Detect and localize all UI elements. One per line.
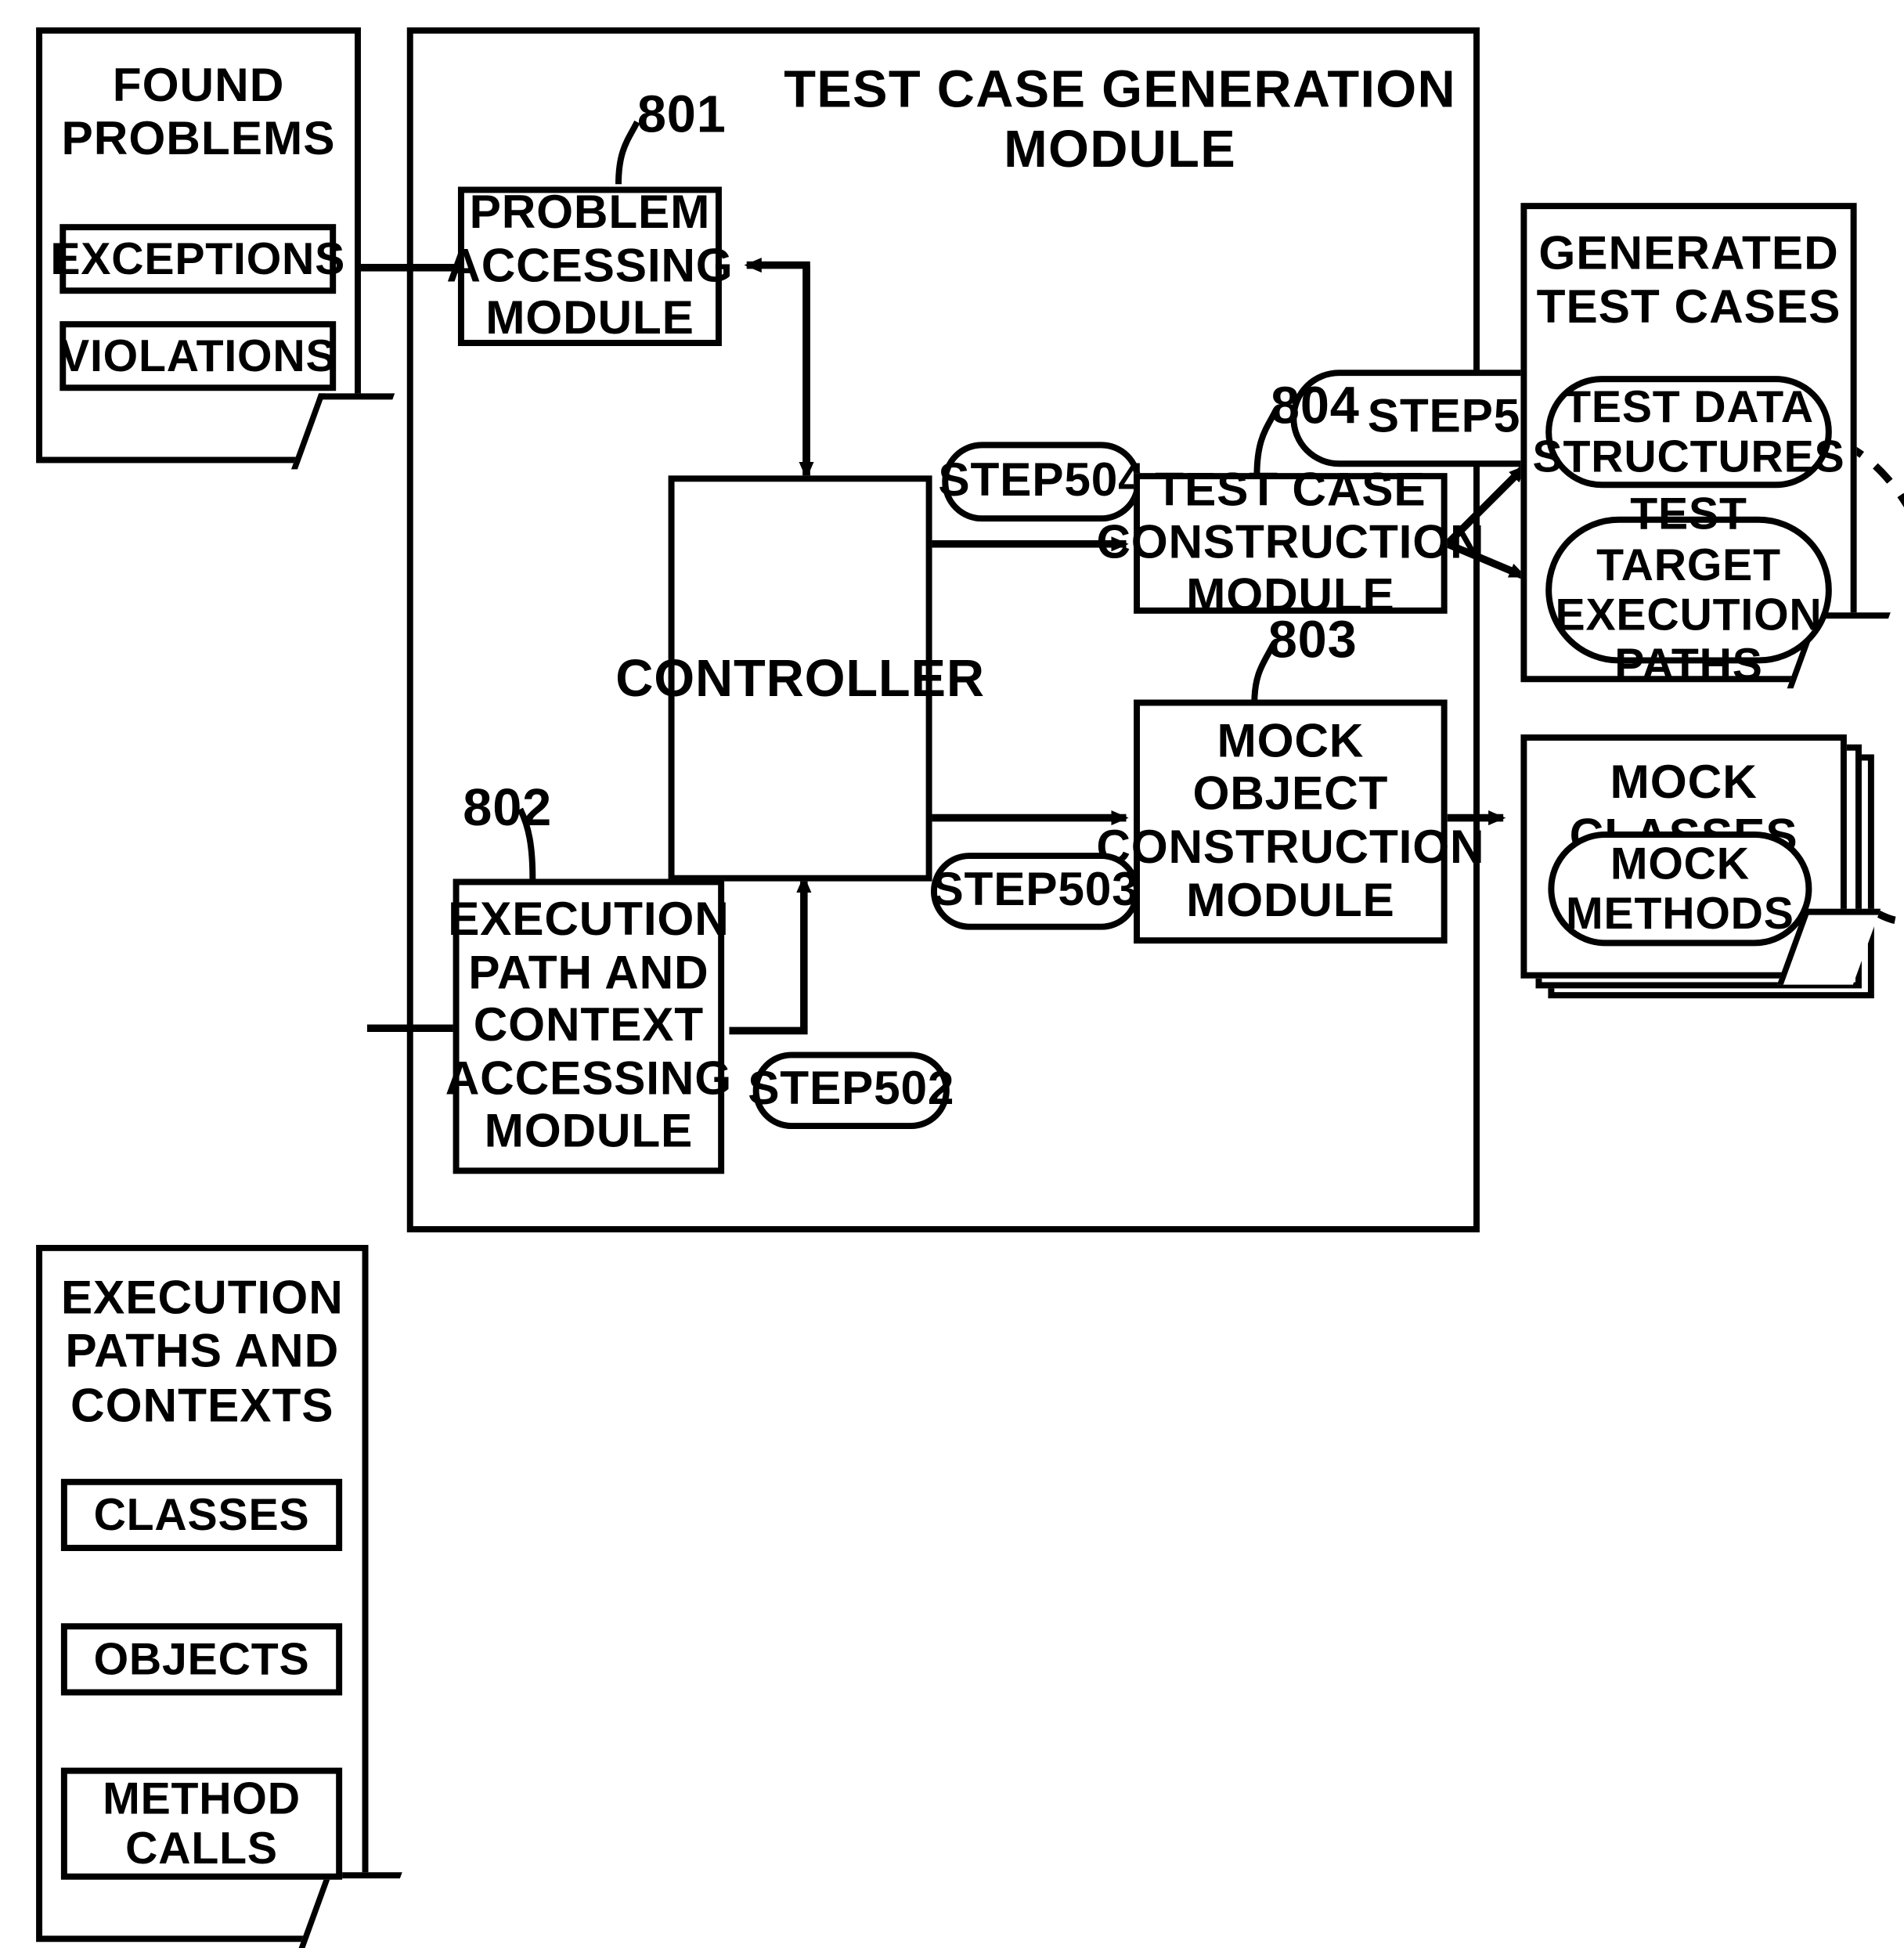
found-problems-title-line2: PROBLEMS — [61, 114, 336, 166]
test-target-execution-paths-oval: TEST TARGET EXECUTION PATHS — [1545, 489, 1832, 690]
mock-object-construction-module[interactable]: MOCK OBJECT CONSTRUCTION MODULE — [1096, 699, 1484, 944]
test-target-line3: PATHS — [1614, 639, 1763, 691]
frame-title-line2: MODULE — [1004, 120, 1237, 179]
step503-oval: STEP503 — [930, 853, 1141, 930]
objects-label: OBJECTS — [93, 1633, 310, 1685]
generated-test-cases-title-line2: TEST CASES — [1536, 281, 1841, 334]
test-target-line1: TEST TARGET — [1596, 488, 1781, 590]
mock-object-construction-line3: MODULE — [1186, 874, 1395, 927]
frame-title: TEST CASE GENERATION MODULE — [772, 60, 1469, 180]
step504-oval: STEP504 — [938, 442, 1145, 522]
exec-path-accessing-line2: PATH AND — [468, 947, 709, 1000]
mock-methods-oval: MOCK METHODS — [1548, 832, 1812, 947]
mock-object-construction-line1: MOCK OBJECT — [1192, 716, 1389, 821]
execution-paths-title-line2: PATHS AND — [65, 1326, 340, 1379]
mock-object-construction-line2: CONSTRUCTION — [1096, 821, 1485, 875]
exec-path-accessing-line3: CONTEXT — [473, 1000, 704, 1052]
reference-numeral-803: 803 — [1268, 610, 1358, 669]
problem-accessing-line2: ACCESSING — [446, 240, 734, 293]
found-problems-item-violations: VIOLATIONS — [60, 321, 337, 391]
execution-paths-item-method-calls: METHOD CALLS — [60, 1767, 343, 1880]
step504-label: STEP504 — [938, 454, 1145, 507]
test-case-construction-line1: TEST CASE — [1155, 464, 1426, 517]
execution-paths-title: EXECUTION PATHS AND CONTEXTS — [36, 1272, 368, 1434]
violations-label: VIOLATIONS — [60, 330, 337, 381]
exec-path-accessing-line5: MODULE — [484, 1106, 694, 1159]
method-calls-line1: METHOD — [103, 1773, 301, 1824]
exec-path-accessing-line1: EXECUTION — [448, 893, 730, 947]
reference-numeral-804: 804 — [1270, 376, 1360, 435]
reference-numeral-801: 801 — [636, 85, 727, 143]
execution-paths-item-classes: CLASSES — [60, 1478, 343, 1552]
controller-module[interactable]: CONTROLLER — [615, 475, 984, 882]
generated-test-cases-document: GENERATED TEST CASES TEST DATA STRUCTURE… — [1520, 203, 1891, 690]
reference-numeral-802: 802 — [463, 777, 553, 837]
mock-classes-document: MOCK CLASSES MOCK METHODS — [1520, 734, 1881, 985]
found-problems-title: FOUND PROBLEMS — [36, 60, 361, 168]
execution-paths-title-line1: EXECUTION — [60, 1272, 344, 1325]
classes-label: CLASSES — [93, 1488, 310, 1541]
frame-title-line1: TEST CASE GENERATION — [784, 60, 1456, 119]
method-calls-line2: CALLS — [125, 1822, 278, 1874]
generated-test-cases-title-line1: GENERATED — [1538, 227, 1839, 280]
found-problems-item-exceptions: EXCEPTIONS — [50, 224, 344, 294]
execution-paths-item-objects: OBJECTS — [60, 1623, 343, 1696]
execution-paths-title-line3: CONTEXTS — [70, 1380, 334, 1433]
test-data-structures-oval: TEST DATA STRUCTURES — [1533, 376, 1844, 489]
diagram-canvas: TEST CASE GENERATION MODULE FOUND PROBLE… — [0, 0, 1904, 1948]
mock-classes-stack: MOCK CLASSES MOCK METHODS — [1520, 734, 1881, 1002]
test-data-structures-line2: STRUCTURES — [1532, 431, 1845, 482]
test-target-line2: EXECUTION — [1555, 589, 1823, 640]
exec-path-accessing-line4: ACCESSING — [445, 1052, 732, 1106]
exceptions-label: EXCEPTIONS — [50, 233, 346, 284]
generated-test-cases-title: GENERATED TEST CASES — [1520, 228, 1856, 336]
step502-label: STEP502 — [748, 1062, 955, 1116]
mock-methods-line2: METHODS — [1566, 887, 1794, 939]
execution-path-context-accessing-module[interactable]: EXECUTION PATH AND CONTEXT ACCESSING MOD… — [445, 878, 731, 1174]
problem-accessing-module[interactable]: PROBLEM ACCESSING MODULE — [446, 186, 733, 346]
mock-methods-line1: MOCK — [1610, 837, 1750, 889]
step503-label: STEP503 — [932, 864, 1139, 917]
found-problems-document: FOUND PROBLEMS EXCEPTIONS VIOLATIONS — [36, 27, 395, 470]
problem-accessing-line3: MODULE — [485, 293, 694, 345]
controller-label: CONTROLLER — [615, 649, 985, 708]
problem-accessing-line1: PROBLEM — [469, 186, 711, 240]
execution-paths-contexts-document: EXECUTION PATHS AND CONTEXTS CLASSES OBJ… — [36, 1244, 402, 1948]
step502-oval: STEP502 — [748, 1052, 954, 1130]
test-data-structures-line1: TEST DATA — [1563, 381, 1814, 432]
test-case-construction-line2: CONSTRUCTION — [1096, 517, 1485, 569]
found-problems-title-line1: FOUND — [112, 60, 285, 113]
test-case-construction-module[interactable]: TEST CASE CONSTRUCTION MODULE — [1096, 464, 1484, 622]
